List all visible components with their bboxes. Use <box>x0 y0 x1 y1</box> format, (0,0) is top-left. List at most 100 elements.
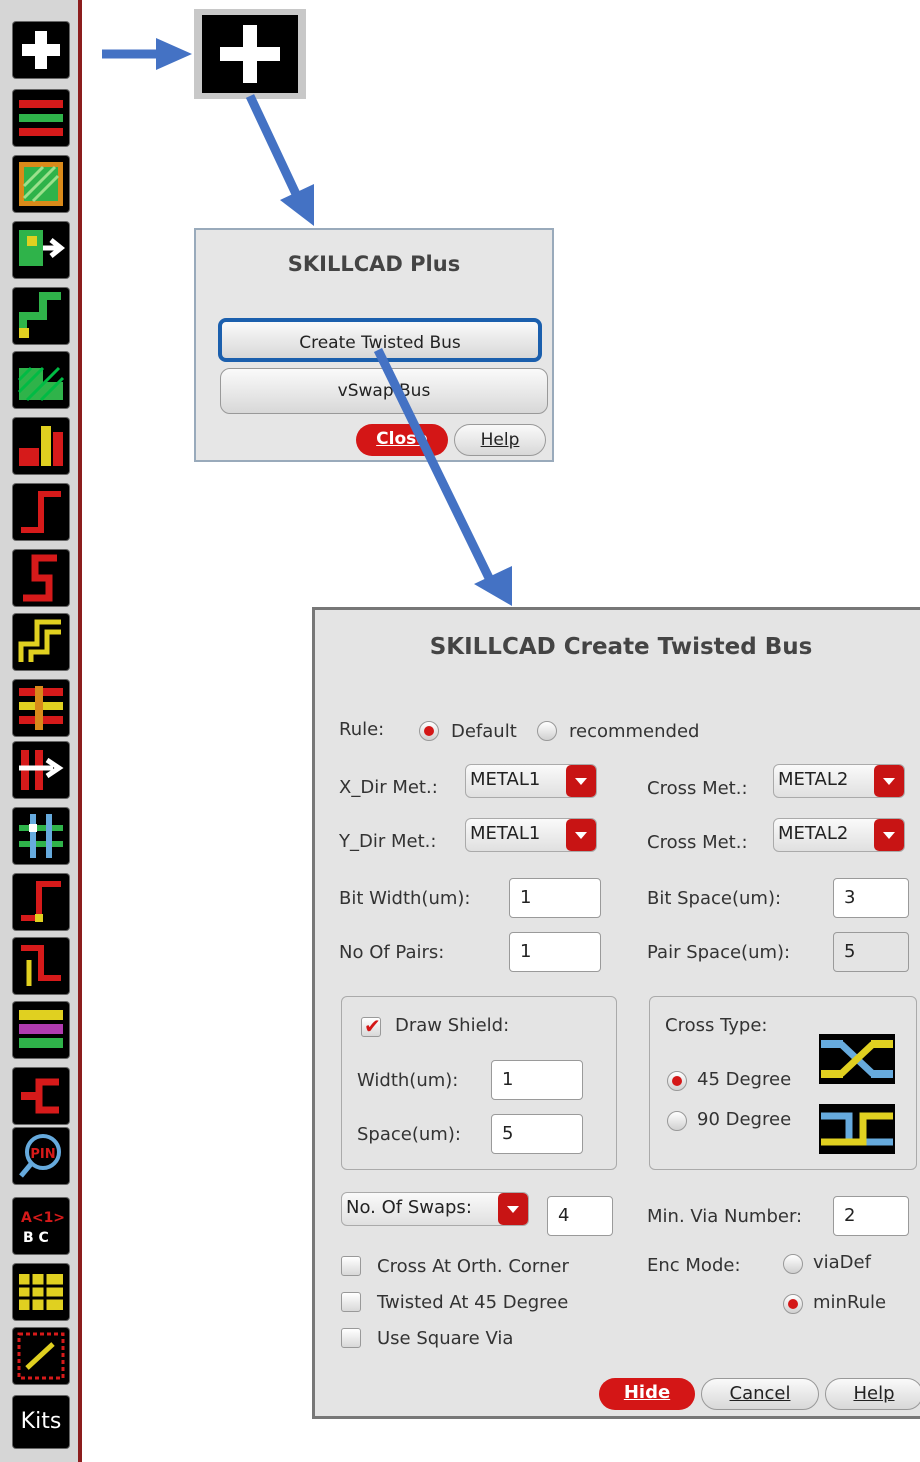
grid-cross-icon[interactable] <box>13 808 69 864</box>
close-button[interactable]: Close <box>356 424 448 456</box>
cross-orth-corner-checkbox[interactable] <box>341 1256 361 1276</box>
shield-width-input[interactable]: 1 <box>491 1060 583 1100</box>
bit-width-input[interactable]: 1 <box>509 878 601 918</box>
pair-space-input: 5 <box>833 932 909 972</box>
label-abc-icon[interactable]: A<1> B C <box>13 1198 69 1254</box>
cross-45-radio[interactable] <box>667 1071 687 1091</box>
dialog-title: SKILLCAD Plus <box>287 252 461 276</box>
rule-recommended-label: recommended <box>569 721 700 742</box>
plus-icon[interactable] <box>13 22 69 78</box>
stack-bars-icon[interactable] <box>13 418 69 474</box>
rule-label: Rule: <box>339 719 385 740</box>
bit-array-icon[interactable] <box>13 1328 69 1384</box>
swap-arrow-icon[interactable] <box>13 742 69 798</box>
min-via-input[interactable]: 2 <box>833 1196 909 1236</box>
corner-wire-icon[interactable] <box>13 874 69 930</box>
cross-90-preview-icon <box>819 1104 895 1154</box>
double-step-icon[interactable] <box>13 614 69 670</box>
draw-shield-label: Draw Shield: <box>395 1015 510 1036</box>
chevron-down-icon <box>566 819 596 851</box>
offset-wire-icon[interactable] <box>13 938 69 994</box>
rule-recommended-radio[interactable] <box>537 721 557 741</box>
no-of-pairs-label: No Of Pairs: <box>339 942 445 963</box>
cross-90-radio[interactable] <box>667 1111 687 1131</box>
cross-45-preview-icon <box>819 1034 895 1084</box>
shield-layers-icon[interactable] <box>13 1002 69 1058</box>
min-via-label: Min. Via Number: <box>647 1206 803 1227</box>
vswap-bus-button[interactable]: vSwap Bus <box>220 368 548 414</box>
x-dir-met-label: X_Dir Met.: <box>339 777 438 798</box>
zoomed-plus-icon <box>194 9 306 99</box>
x-cross-met-value: METAL2 <box>778 769 849 790</box>
swaps-select-label: No. Of Swaps: <box>346 1197 472 1218</box>
cancel-button[interactable]: Cancel <box>701 1378 819 1410</box>
corner-path-icon[interactable] <box>13 484 69 540</box>
cross-90-label: 90 Degree <box>697 1109 792 1130</box>
cross-type-label: Cross Type: <box>665 1015 768 1036</box>
x-dir-met-value: METAL1 <box>470 769 541 790</box>
y-dir-met-select[interactable]: METAL1 <box>465 818 597 852</box>
svg-text:PIN: PIN <box>30 1147 55 1162</box>
chevron-down-icon <box>874 819 904 851</box>
shield-width-label: Width(um): <box>357 1070 459 1091</box>
bit-space-label: Bit Space(um): <box>647 888 782 909</box>
chevron-down-icon <box>498 1193 528 1225</box>
y-dir-met-value: METAL1 <box>470 823 541 844</box>
help-button[interactable]: Help <box>825 1378 920 1410</box>
pin-search-icon[interactable]: PIN <box>13 1128 69 1184</box>
y-dir-met-label: Y_Dir Met.: <box>339 831 437 852</box>
step-path-icon[interactable] <box>13 288 69 344</box>
shield-space-label: Space(um): <box>357 1124 461 1145</box>
y-cross-met-select[interactable]: METAL2 <box>773 818 905 852</box>
arrowhead-icon <box>280 184 314 226</box>
enc-minrule-radio[interactable] <box>783 1294 803 1314</box>
toolbar: PIN A<1> B C Kits <box>0 0 82 1462</box>
enc-minrule-label: minRule <box>813 1292 887 1313</box>
svg-text:B C: B C <box>23 1230 49 1246</box>
dialog-title: SKILLCAD Create Twisted Bus <box>429 634 813 660</box>
create-twisted-bus-button[interactable]: Create Twisted Bus <box>218 318 542 362</box>
enc-viadef-radio[interactable] <box>783 1254 803 1274</box>
kits-button[interactable]: Kits <box>13 1396 69 1448</box>
no-of-pairs-input[interactable]: 1 <box>509 932 601 972</box>
use-square-via-label: Use Square Via <box>377 1328 514 1349</box>
bracket-icon[interactable] <box>13 1068 69 1124</box>
fill-square-icon[interactable] <box>13 156 69 212</box>
svg-text:A<1>: A<1> <box>21 1210 65 1226</box>
x-dir-met-select[interactable]: METAL1 <box>465 764 597 798</box>
metal-bar-icon[interactable] <box>13 90 69 146</box>
help-button[interactable]: Help <box>454 424 546 456</box>
chevron-down-icon <box>874 765 904 797</box>
bit-width-label: Bit Width(um): <box>339 888 471 909</box>
hide-button[interactable]: Hide <box>599 1378 695 1410</box>
bit-space-input[interactable]: 3 <box>833 878 909 918</box>
twisted-45-label: Twisted At 45 Degree <box>377 1292 569 1313</box>
arrow-to-plus-dialog <box>245 94 301 196</box>
enc-mode-label: Enc Mode: <box>647 1255 741 1276</box>
kits-label: Kits <box>20 1409 62 1434</box>
y-cross-met-label: Cross Met.: <box>647 832 748 853</box>
chevron-down-icon <box>566 765 596 797</box>
zigzag-path-icon[interactable] <box>13 550 69 606</box>
hatched-stair-icon[interactable] <box>13 352 69 408</box>
twisted-45-checkbox[interactable] <box>341 1292 361 1312</box>
rule-default-radio[interactable] <box>419 721 439 741</box>
x-cross-met-select[interactable]: METAL2 <box>773 764 905 798</box>
cross-orth-corner-label: Cross At Orth. Corner <box>377 1256 569 1277</box>
pattern-grid-icon[interactable] <box>13 1264 69 1320</box>
swaps-input[interactable]: 4 <box>547 1196 613 1236</box>
shield-space-input[interactable]: 5 <box>491 1114 583 1154</box>
bus-lines-icon[interactable] <box>13 680 69 736</box>
arrowhead-icon <box>474 566 512 606</box>
enc-viadef-label: viaDef <box>813 1252 871 1273</box>
move-shape-icon[interactable] <box>13 222 69 278</box>
draw-shield-checkbox[interactable] <box>361 1014 381 1038</box>
use-square-via-checkbox[interactable] <box>341 1328 361 1348</box>
skillcad-plus-dialog: SKILLCAD Plus Create Twisted Bus vSwap B… <box>194 228 554 462</box>
arrowhead-icon <box>156 38 192 70</box>
pair-space-label: Pair Space(um): <box>647 942 791 963</box>
cross-45-label: 45 Degree <box>697 1069 792 1090</box>
rule-default-label: Default <box>451 721 517 742</box>
swaps-select[interactable]: No. Of Swaps: <box>341 1192 529 1226</box>
y-cross-met-value: METAL2 <box>778 823 849 844</box>
